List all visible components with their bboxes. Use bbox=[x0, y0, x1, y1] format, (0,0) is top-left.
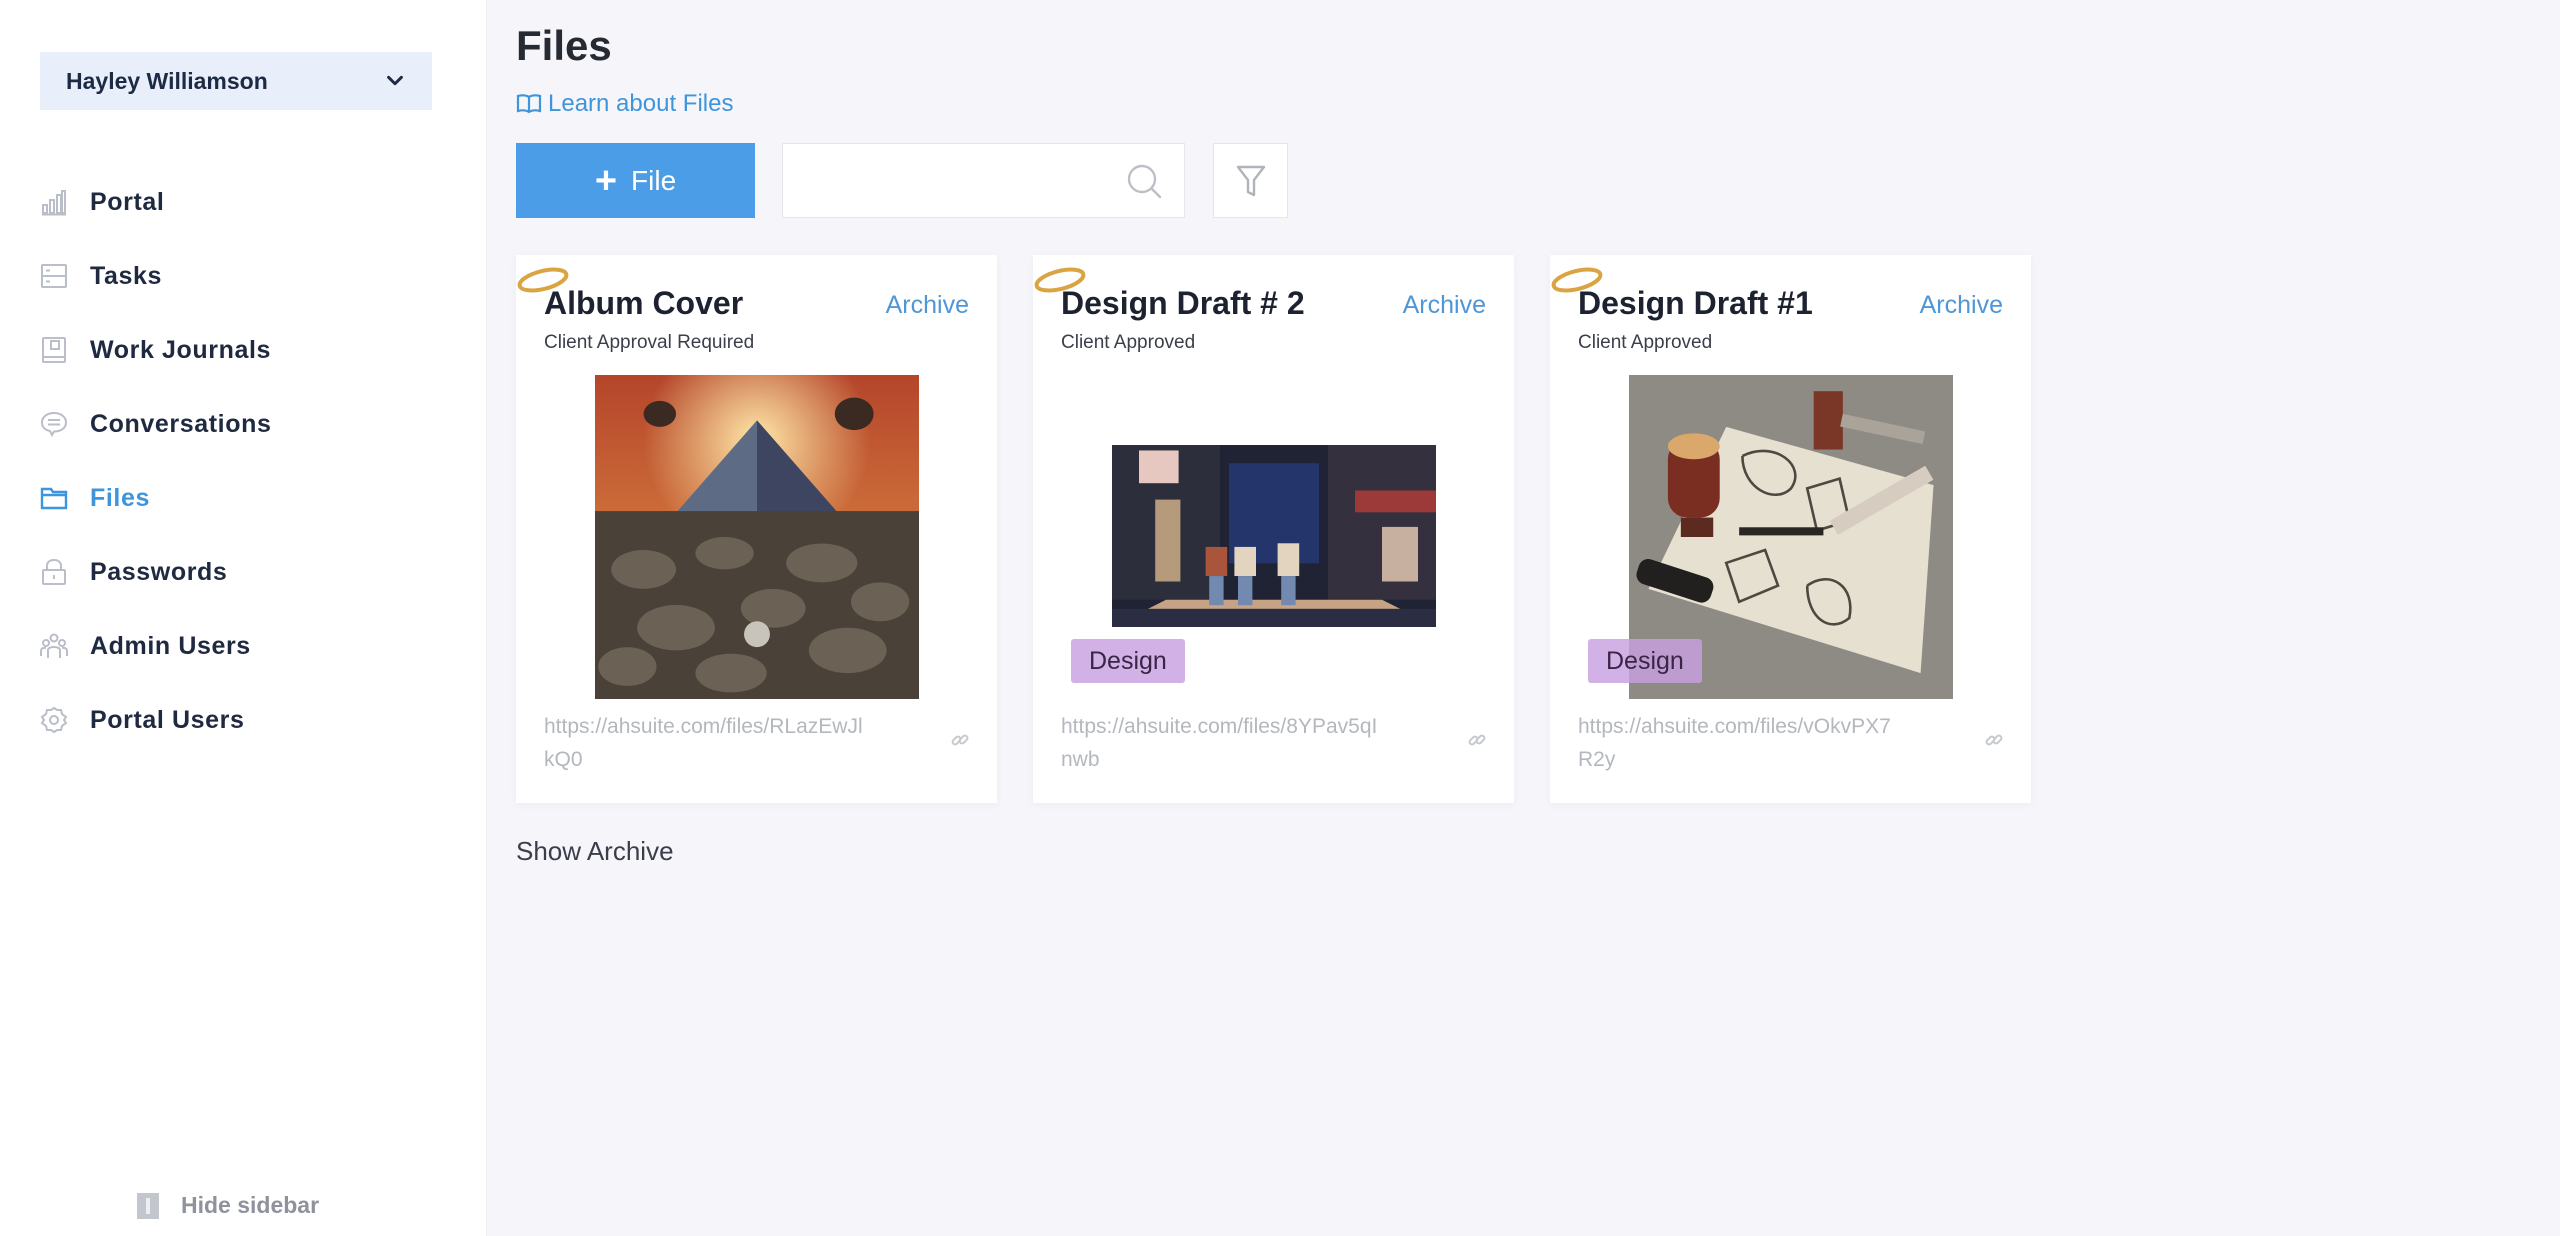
sidebar-item-label: Files bbox=[90, 483, 150, 512]
file-card[interactable]: Album Cover Archive Client Approval Requ… bbox=[516, 255, 997, 803]
search-input[interactable] bbox=[803, 166, 1124, 195]
file-status: Client Approved bbox=[1578, 332, 1713, 353]
tag-badge: Design bbox=[1071, 639, 1185, 683]
sidebar-item-label: Tasks bbox=[90, 261, 163, 290]
learn-about-files-link[interactable]: Learn about Files bbox=[516, 90, 733, 118]
journal-icon bbox=[40, 336, 68, 364]
sidebar-item-portal[interactable]: Portal bbox=[40, 165, 460, 239]
copy-link-icon[interactable] bbox=[1466, 729, 1488, 751]
file-card[interactable]: Design Draft # 2 Archive Client Approved bbox=[1033, 255, 1514, 803]
filter-button[interactable] bbox=[1213, 143, 1288, 218]
archive-link[interactable]: Archive bbox=[1920, 291, 2003, 320]
sidebar-item-portal-users[interactable]: Portal Users bbox=[40, 683, 460, 757]
sidebar-item-label: Passwords bbox=[90, 557, 228, 586]
sidebar-item-tasks[interactable]: Tasks bbox=[40, 239, 460, 313]
copy-link-icon[interactable] bbox=[949, 729, 971, 751]
filter-icon bbox=[1236, 165, 1265, 196]
file-url[interactable]: https://ahsuite.com/files/8YPav5qInwb bbox=[1061, 710, 1381, 776]
sidebar-item-files[interactable]: Files bbox=[40, 461, 460, 535]
user-dropdown[interactable]: Hayley Williamson bbox=[40, 52, 432, 110]
page-title: Files bbox=[516, 22, 612, 69]
file-url[interactable]: https://ahsuite.com/files/vOkvPX7R2y bbox=[1578, 710, 1898, 776]
file-status: Client Approval Required bbox=[544, 332, 755, 353]
file-title: Design Draft # 2 bbox=[1061, 285, 1305, 321]
bar-chart-icon bbox=[40, 188, 68, 216]
tasks-icon bbox=[40, 262, 68, 290]
sidebar-item-conversations[interactable]: Conversations bbox=[40, 387, 460, 461]
hide-sidebar-label: Hide sidebar bbox=[181, 1192, 320, 1218]
plus-icon: + bbox=[594, 159, 618, 202]
archive-link[interactable]: Archive bbox=[886, 291, 969, 320]
sidebar-item-admin-users[interactable]: Admin Users bbox=[40, 609, 460, 683]
file-title: Album Cover bbox=[544, 285, 744, 321]
folder-icon bbox=[40, 484, 68, 512]
sidebar-item-label: Admin Users bbox=[90, 631, 251, 660]
add-file-button[interactable]: + File bbox=[516, 143, 755, 218]
sidebar-toggle-icon bbox=[137, 1192, 159, 1219]
sidebar-item-label: Work Journals bbox=[90, 335, 271, 364]
file-card[interactable]: Design Draft #1 Archive Client Approved bbox=[1550, 255, 2031, 803]
night-street-image[interactable] bbox=[1111, 445, 1436, 627]
sidebar-item-label: Conversations bbox=[90, 409, 272, 438]
search-icon[interactable] bbox=[1124, 161, 1164, 201]
file-url[interactable]: https://ahsuite.com/files/RLazEwJlkQ0 bbox=[544, 710, 864, 776]
sidebar-item-label: Portal Users bbox=[90, 705, 245, 734]
tag-badge: Design bbox=[1588, 639, 1702, 683]
book-icon bbox=[516, 94, 542, 114]
sidebar: Hayley Williamson Portal Tasks Work Jour… bbox=[0, 0, 487, 1236]
chevron-down-icon bbox=[387, 75, 403, 86]
sidebar-item-label: Portal bbox=[90, 187, 165, 216]
users-icon bbox=[40, 632, 68, 660]
file-cards: Album Cover Archive Client Approval Requ… bbox=[516, 255, 2031, 803]
hide-sidebar-button[interactable]: Hide sidebar bbox=[137, 1192, 319, 1219]
learn-about-files-label: Learn about Files bbox=[548, 90, 734, 117]
user-name: Hayley Williamson bbox=[66, 67, 268, 94]
show-archive-link[interactable]: Show Archive bbox=[516, 836, 674, 867]
copy-link-icon[interactable] bbox=[1983, 729, 2005, 751]
lock-icon bbox=[40, 558, 68, 586]
search-box bbox=[782, 143, 1185, 218]
sidebar-item-work-journals[interactable]: Work Journals bbox=[40, 313, 460, 387]
file-title: Design Draft #1 bbox=[1578, 285, 1813, 321]
file-status: Client Approved bbox=[1061, 332, 1196, 353]
main-content: Files Learn about Files + File Album Cov… bbox=[488, 0, 2560, 1236]
gear-icon bbox=[40, 706, 68, 734]
sidebar-item-passwords[interactable]: Passwords bbox=[40, 535, 460, 609]
chat-bubble-icon bbox=[40, 410, 68, 438]
album-cover-pyramid-image[interactable] bbox=[594, 375, 919, 699]
add-file-label: File bbox=[631, 164, 677, 196]
sidebar-nav: Portal Tasks Work Journals Conversations… bbox=[40, 165, 460, 757]
archive-link[interactable]: Archive bbox=[1403, 291, 1486, 320]
